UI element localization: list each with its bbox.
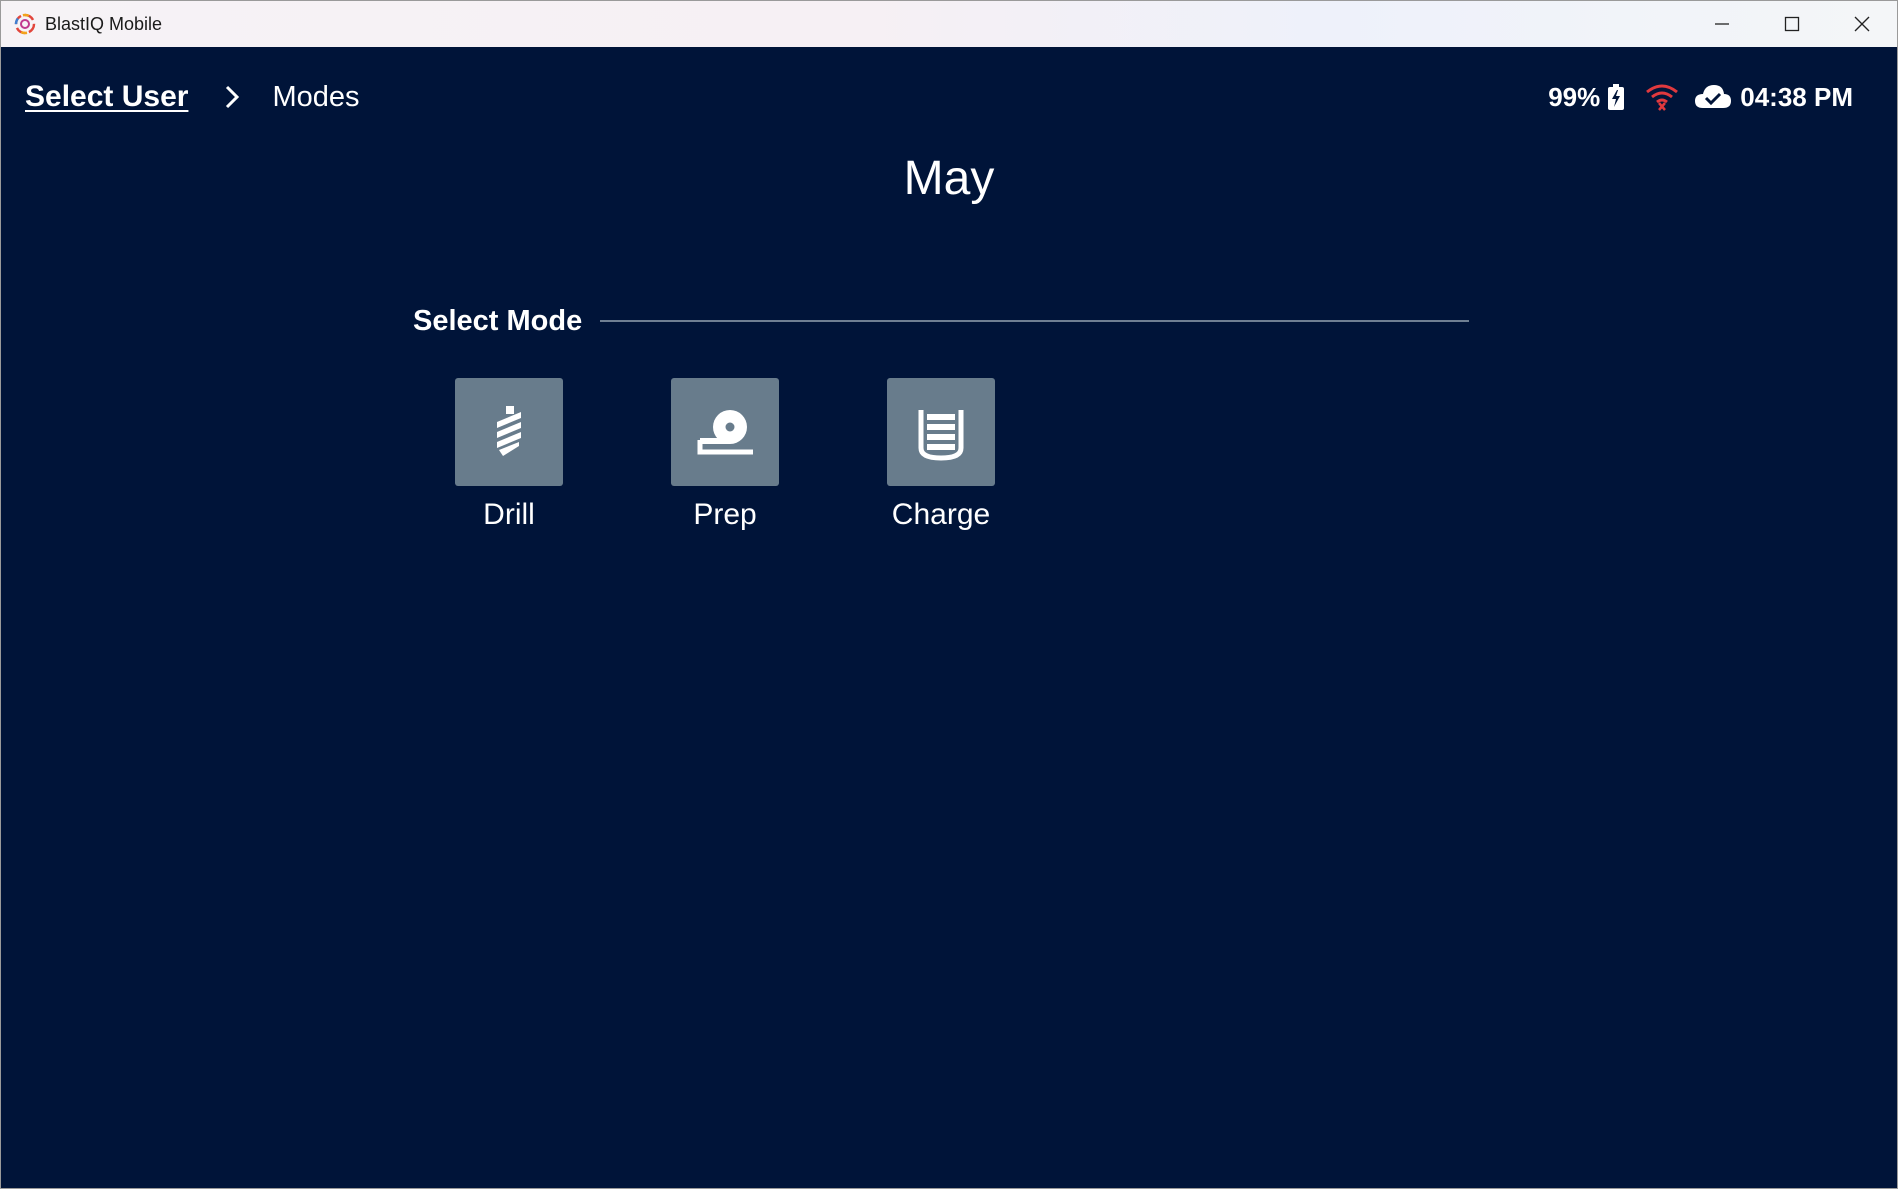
battery-level: 99%	[1548, 81, 1601, 112]
clock: 04:38 PM	[1740, 81, 1853, 112]
title-bar: BlastIQ Mobile	[1, 1, 1897, 47]
minimize-button[interactable]	[1687, 1, 1757, 47]
charge-canister-icon	[918, 410, 964, 461]
maximize-icon	[1784, 16, 1800, 32]
breadcrumb-current: Modes	[272, 80, 360, 113]
mode-drill-button[interactable]: Drill	[409, 378, 609, 532]
window-title: BlastIQ Mobile	[45, 13, 163, 34]
mode-charge-button[interactable]: Charge	[841, 378, 1041, 532]
minimize-icon	[1715, 23, 1729, 25]
app-logo-icon	[14, 13, 36, 35]
status-bar: 99% 04:38 PM	[1548, 79, 1853, 115]
user-name-title: May	[903, 152, 995, 205]
drill-icon	[497, 406, 521, 456]
mode-label: Prep	[693, 498, 757, 531]
mode-tile[interactable]	[455, 378, 563, 486]
section-title: Select Mode	[413, 304, 583, 337]
breadcrumb-select-user-link[interactable]: Select User	[25, 80, 188, 114]
maximize-button[interactable]	[1757, 1, 1827, 47]
mode-label: Drill	[483, 498, 535, 531]
breadcrumb: Select User Modes	[25, 75, 359, 119]
mode-label: Charge	[891, 498, 991, 531]
wifi-off-icon	[1646, 84, 1679, 111]
mode-tile[interactable]	[887, 378, 995, 486]
battery-charging-icon	[1608, 84, 1625, 110]
close-button[interactable]	[1827, 1, 1897, 47]
cloud-check-icon	[1695, 85, 1732, 108]
chevron-right-icon	[226, 85, 240, 109]
app-window: BlastIQ Mobile Select User Modes 99% 04:…	[0, 0, 1898, 1189]
select-mode-header: Select Mode	[413, 301, 1469, 341]
section-divider	[600, 320, 1469, 322]
tape-measure-icon	[697, 410, 753, 455]
mode-prep-button[interactable]: Prep	[625, 378, 825, 532]
close-icon	[1854, 16, 1870, 32]
mode-tile[interactable]	[671, 378, 779, 486]
